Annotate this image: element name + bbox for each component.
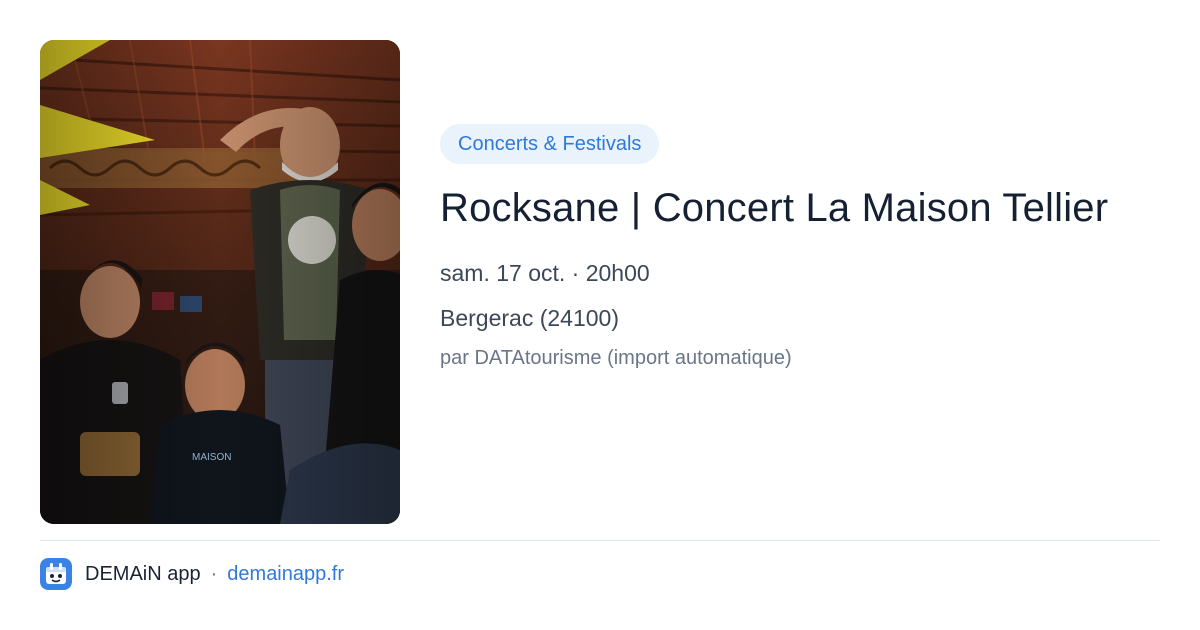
event-source: par DATAtourisme (import automatique): [440, 347, 792, 369]
event-image[interactable]: MAISON: [40, 40, 400, 524]
footer-separator: ·: [210, 562, 218, 585]
event-datetime: sam. 17 oct. · 20h00: [440, 260, 650, 286]
demain-app-icon[interactable]: [40, 558, 72, 590]
footer: DEMAiN app · demainapp.fr: [40, 558, 344, 590]
app-domain-link[interactable]: demainapp.fr: [227, 563, 344, 586]
event-location: Bergerac (24100): [440, 305, 619, 331]
app-name: DEMAiN app: [85, 562, 201, 585]
event-info: Concerts & Festivals Rocksane | Concert …: [440, 124, 1160, 372]
footer-divider: [40, 540, 1160, 541]
category-badge[interactable]: Concerts & Festivals: [440, 124, 660, 164]
band-photo-icon: MAISON: [40, 40, 400, 524]
event-title[interactable]: Rocksane | Concert La Maison Tellier: [440, 182, 1160, 235]
